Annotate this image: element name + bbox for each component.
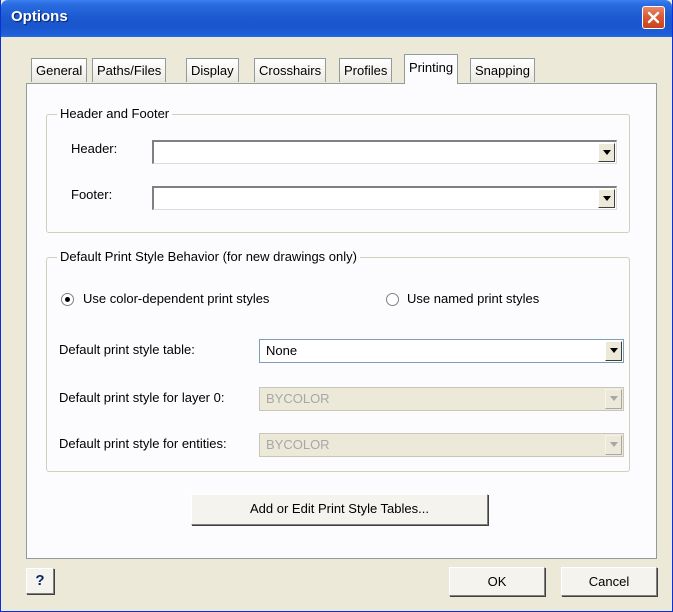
layer0-style-dropdown-button bbox=[605, 389, 622, 409]
header-combobox[interactable] bbox=[152, 140, 617, 164]
edit-print-style-tables-button[interactable]: Add or Edit Print Style Tables... bbox=[191, 494, 488, 525]
header-dropdown-button[interactable] bbox=[598, 143, 615, 162]
ok-button[interactable]: OK bbox=[449, 567, 545, 596]
tab-display[interactable]: Display bbox=[186, 58, 239, 82]
chevron-down-icon bbox=[610, 396, 618, 401]
tab-general[interactable]: General bbox=[31, 58, 88, 82]
options-dialog: Options General Paths/Files Display Cros… bbox=[0, 0, 673, 612]
layer0-style-value: BYCOLOR bbox=[266, 391, 330, 406]
print-style-table-dropdown-button[interactable] bbox=[605, 341, 622, 361]
ok-label: OK bbox=[487, 574, 507, 589]
close-icon bbox=[647, 11, 660, 24]
layer0-style-combobox: BYCOLOR bbox=[259, 387, 624, 411]
entities-style-combobox: BYCOLOR bbox=[259, 433, 624, 457]
chevron-down-icon bbox=[603, 150, 611, 155]
radio-color-dependent[interactable] bbox=[61, 293, 74, 306]
print-style-legend: Default Print Style Behavior (for new dr… bbox=[57, 249, 360, 264]
tab-snapping[interactable]: Snapping bbox=[470, 58, 535, 82]
entities-style-value: BYCOLOR bbox=[266, 437, 330, 452]
printing-tab-panel: Header and Footer Header: Footer: Defaul… bbox=[26, 83, 657, 559]
chevron-down-icon bbox=[610, 348, 618, 353]
footer-combobox[interactable] bbox=[152, 186, 617, 210]
title-bar[interactable]: Options bbox=[1, 0, 672, 37]
radio-color-dependent-label[interactable]: Use color-dependent print styles bbox=[83, 291, 269, 306]
radio-selected-dot bbox=[65, 297, 70, 302]
print-style-group: Default Print Style Behavior (for new dr… bbox=[46, 249, 630, 472]
layer0-style-label: Default print style for layer 0: bbox=[59, 390, 225, 405]
help-button[interactable]: ? bbox=[26, 568, 54, 594]
edit-print-style-tables-label: Add or Edit Print Style Tables... bbox=[250, 501, 429, 516]
cancel-button[interactable]: Cancel bbox=[561, 567, 657, 596]
footer-dropdown-button[interactable] bbox=[598, 189, 615, 208]
help-icon: ? bbox=[35, 572, 45, 589]
radio-named-styles-label[interactable]: Use named print styles bbox=[407, 291, 539, 306]
header-footer-group: Header and Footer Header: Footer: bbox=[46, 106, 630, 233]
print-style-table-combobox[interactable]: None bbox=[259, 339, 624, 363]
cancel-label: Cancel bbox=[588, 574, 630, 589]
tab-printing[interactable]: Printing bbox=[404, 54, 459, 84]
chevron-down-icon bbox=[603, 196, 611, 201]
entities-style-label: Default print style for entities: bbox=[59, 436, 227, 451]
radio-named-styles[interactable] bbox=[386, 293, 399, 306]
tab-profiles[interactable]: Profiles bbox=[339, 58, 393, 82]
tab-paths-files[interactable]: Paths/Files bbox=[92, 58, 167, 82]
entities-style-dropdown-button bbox=[605, 435, 622, 455]
chevron-down-icon bbox=[610, 442, 618, 447]
print-style-table-value: None bbox=[266, 343, 298, 358]
header-footer-legend: Header and Footer bbox=[57, 106, 173, 121]
close-button[interactable] bbox=[642, 6, 665, 29]
tab-crosshairs[interactable]: Crosshairs bbox=[254, 58, 327, 82]
header-label: Header: bbox=[71, 141, 118, 156]
footer-label: Footer: bbox=[71, 187, 113, 202]
window-title: Options bbox=[11, 8, 68, 25]
print-style-table-label: Default print style table: bbox=[59, 342, 195, 357]
